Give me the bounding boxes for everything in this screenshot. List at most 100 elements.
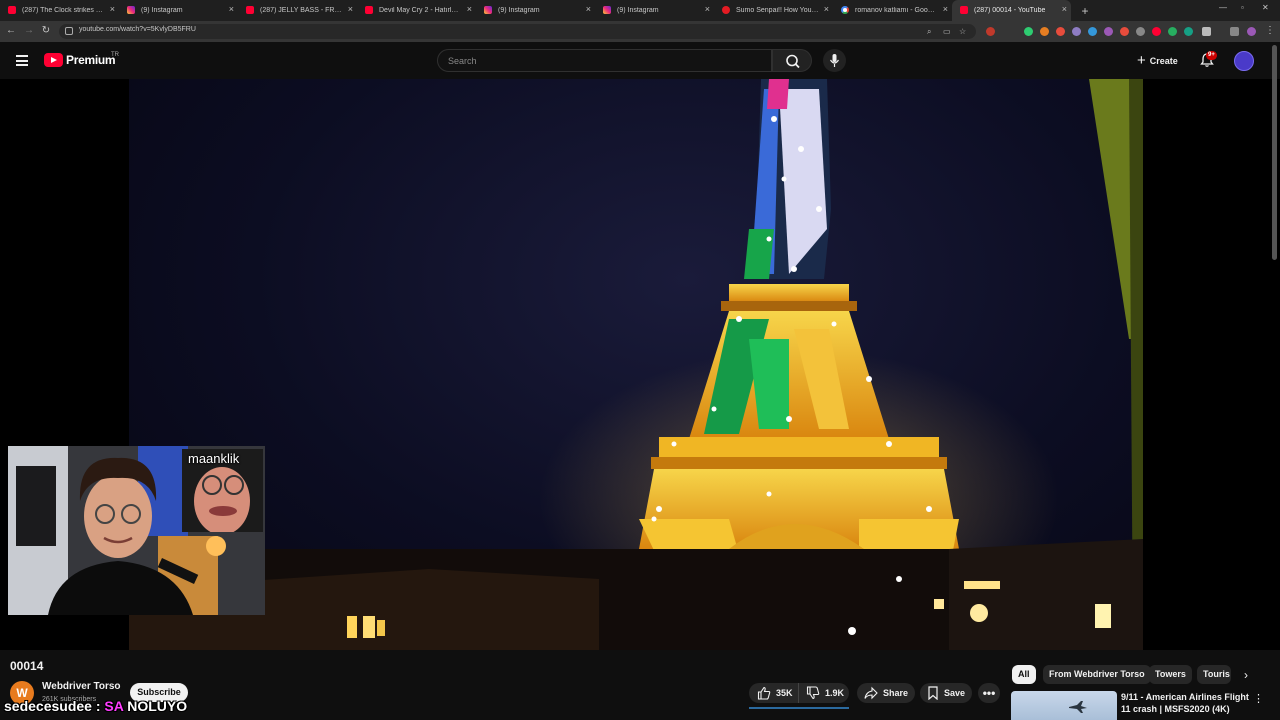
- dislike-count: 1.9K: [825, 688, 845, 698]
- bookmark-star-icon[interactable]: ☆: [959, 27, 966, 36]
- extension-icon[interactable]: [1136, 27, 1145, 36]
- google-favicon-icon: [841, 6, 849, 14]
- browser-toolbar: ← → ↻ youtube.com/watch?v=5KvlyDB5FRU ⌕ …: [0, 21, 1280, 42]
- youtube-logo[interactable]: Premium: [44, 53, 116, 67]
- extension-icon[interactable]: [1168, 27, 1177, 36]
- extension-icon[interactable]: [1056, 27, 1065, 36]
- tab-close-icon[interactable]: ×: [824, 4, 829, 14]
- browser-tab-strip: (287) The Clock strikes 12 - You × (9) In…: [0, 0, 1280, 21]
- chip-tourism[interactable]: Touris: [1197, 665, 1231, 684]
- recommendation-thumbnail[interactable]: [1011, 691, 1117, 720]
- zoom-icon[interactable]: ⌕: [927, 27, 931, 37]
- thumbs-up-icon: [757, 686, 771, 700]
- extension-icon[interactable]: [1184, 27, 1193, 36]
- window-close-icon[interactable]: ✕: [1262, 3, 1269, 12]
- tab-title: Sumo Senpai!! How Young Sum: [736, 7, 819, 14]
- new-tab-button[interactable]: +: [1077, 3, 1093, 19]
- tab-title: (9) Instagram: [617, 7, 659, 14]
- instagram-favicon-icon: [127, 6, 135, 14]
- page-scrollbar[interactable]: [1272, 45, 1277, 260]
- more-actions-button[interactable]: •••: [978, 683, 1000, 703]
- tab-title: (287) JELLY BASS - FREE STUFF: [260, 7, 343, 14]
- country-code: TR: [111, 52, 119, 58]
- side-panel-icon[interactable]: [1230, 27, 1239, 36]
- channel-name[interactable]: Webdriver Torso: [42, 681, 121, 692]
- chat-username: sedecesudee :: [4, 698, 101, 714]
- voice-search-button[interactable]: [823, 49, 846, 72]
- notification-count-badge: 9+: [1206, 51, 1217, 60]
- browser-tab[interactable]: (287) JELLY BASS - FREE STUFF ×: [238, 0, 357, 21]
- tab-close-icon[interactable]: ×: [705, 4, 710, 14]
- save-button[interactable]: Save: [920, 683, 972, 703]
- youtube-favicon-icon: [365, 6, 373, 14]
- maximize-icon[interactable]: ▫: [1241, 3, 1244, 12]
- like-count: 35K: [776, 688, 793, 698]
- like-button[interactable]: 35K: [749, 683, 799, 703]
- tab-close-icon[interactable]: ×: [229, 4, 234, 14]
- browser-tab[interactable]: (9) Instagram ×: [476, 0, 595, 21]
- url-text: youtube.com/watch?v=5KvlyDB5FRU: [79, 26, 196, 33]
- airplane-thumbnail-image: [1069, 701, 1087, 713]
- plus-icon: +: [1137, 51, 1146, 69]
- video-frame[interactable]: [129, 79, 1143, 650]
- extension-icon[interactable]: [1088, 27, 1097, 36]
- chip-towers[interactable]: Towers: [1149, 665, 1192, 684]
- extension-icon[interactable]: [1024, 27, 1033, 36]
- browser-tab[interactable]: Sumo Senpai!! How Young Sum ×: [714, 0, 833, 21]
- chat-word: SA: [104, 698, 124, 714]
- tab-close-icon[interactable]: ×: [110, 4, 115, 14]
- extension-icon[interactable]: [1072, 27, 1081, 36]
- tab-title: (9) Instagram: [498, 7, 540, 14]
- profile-icon[interactable]: [1247, 27, 1256, 36]
- browser-tab[interactable]: romanov katliamı - Google Sea ×: [833, 0, 952, 21]
- dislike-button[interactable]: 1.9K: [799, 683, 844, 703]
- share-button[interactable]: Share: [857, 683, 915, 703]
- tab-close-icon[interactable]: ×: [467, 4, 472, 14]
- browser-tab-active[interactable]: (287) 00014 - YouTube ×: [952, 0, 1071, 21]
- youtube-play-icon: [44, 53, 63, 67]
- create-button[interactable]: + Create: [1131, 50, 1191, 71]
- chat-overlay-message: sedecesudee : SA NOLUYO: [4, 698, 187, 714]
- search-button[interactable]: [772, 49, 812, 72]
- tab-title: romanov katliamı - Google Sea: [855, 7, 938, 14]
- browser-tab[interactable]: Devil May Cry 2 - Hatırladığım ×: [357, 0, 476, 21]
- search-input[interactable]: [448, 54, 748, 68]
- tab-close-icon[interactable]: ×: [586, 4, 591, 14]
- browser-tab[interactable]: (9) Instagram ×: [595, 0, 714, 21]
- back-icon[interactable]: ←: [5, 25, 17, 37]
- thumbs-down-icon: [806, 686, 820, 700]
- tab-close-icon[interactable]: ×: [1062, 4, 1067, 14]
- youtube-favicon-icon: [960, 6, 968, 14]
- menu-icon[interactable]: [16, 55, 28, 66]
- save-label: Save: [944, 688, 966, 698]
- tab-close-icon[interactable]: ×: [348, 4, 353, 14]
- browser-tab[interactable]: (287) The Clock strikes 12 - You ×: [0, 0, 119, 21]
- browser-menu-icon[interactable]: ⋮: [1264, 25, 1276, 37]
- share-icon: [864, 686, 878, 700]
- minimize-icon[interactable]: —: [1219, 3, 1227, 12]
- reload-icon[interactable]: ↻: [40, 25, 52, 37]
- chip-all[interactable]: All: [1012, 665, 1036, 684]
- account-avatar[interactable]: [1234, 51, 1254, 71]
- extensions-puzzle-icon[interactable]: [1202, 27, 1211, 36]
- tab-close-icon[interactable]: ×: [943, 4, 948, 14]
- cast-icon[interactable]: ▭: [943, 27, 951, 36]
- extension-icon[interactable]: [986, 27, 995, 36]
- forward-icon[interactable]: →: [23, 25, 35, 37]
- chip-from-channel[interactable]: From Webdriver Torso: [1043, 665, 1151, 684]
- browser-tab[interactable]: (9) Instagram ×: [119, 0, 238, 21]
- youtube-favicon-icon: [8, 6, 16, 14]
- tab-title: (287) 00014 - YouTube: [974, 7, 1046, 14]
- chevron-right-icon[interactable]: ›: [1238, 667, 1254, 683]
- recommendation-more-icon[interactable]: ⋮: [1253, 692, 1264, 705]
- extension-icon[interactable]: [1120, 27, 1129, 36]
- tab-title: (287) The Clock strikes 12 - You: [22, 7, 105, 14]
- extension-icon[interactable]: [1104, 27, 1113, 36]
- extension-icon[interactable]: [1040, 27, 1049, 36]
- site-info-icon[interactable]: [65, 27, 73, 35]
- recommendation-title[interactable]: 9/11 - American Airlines Flight 11 crash…: [1121, 691, 1249, 715]
- search-box: [437, 49, 772, 72]
- address-bar[interactable]: youtube.com/watch?v=5KvlyDB5FRU ⌕ ▭ ☆: [59, 24, 976, 39]
- extension-icon[interactable]: [1152, 27, 1161, 36]
- instagram-favicon-icon: [603, 6, 611, 14]
